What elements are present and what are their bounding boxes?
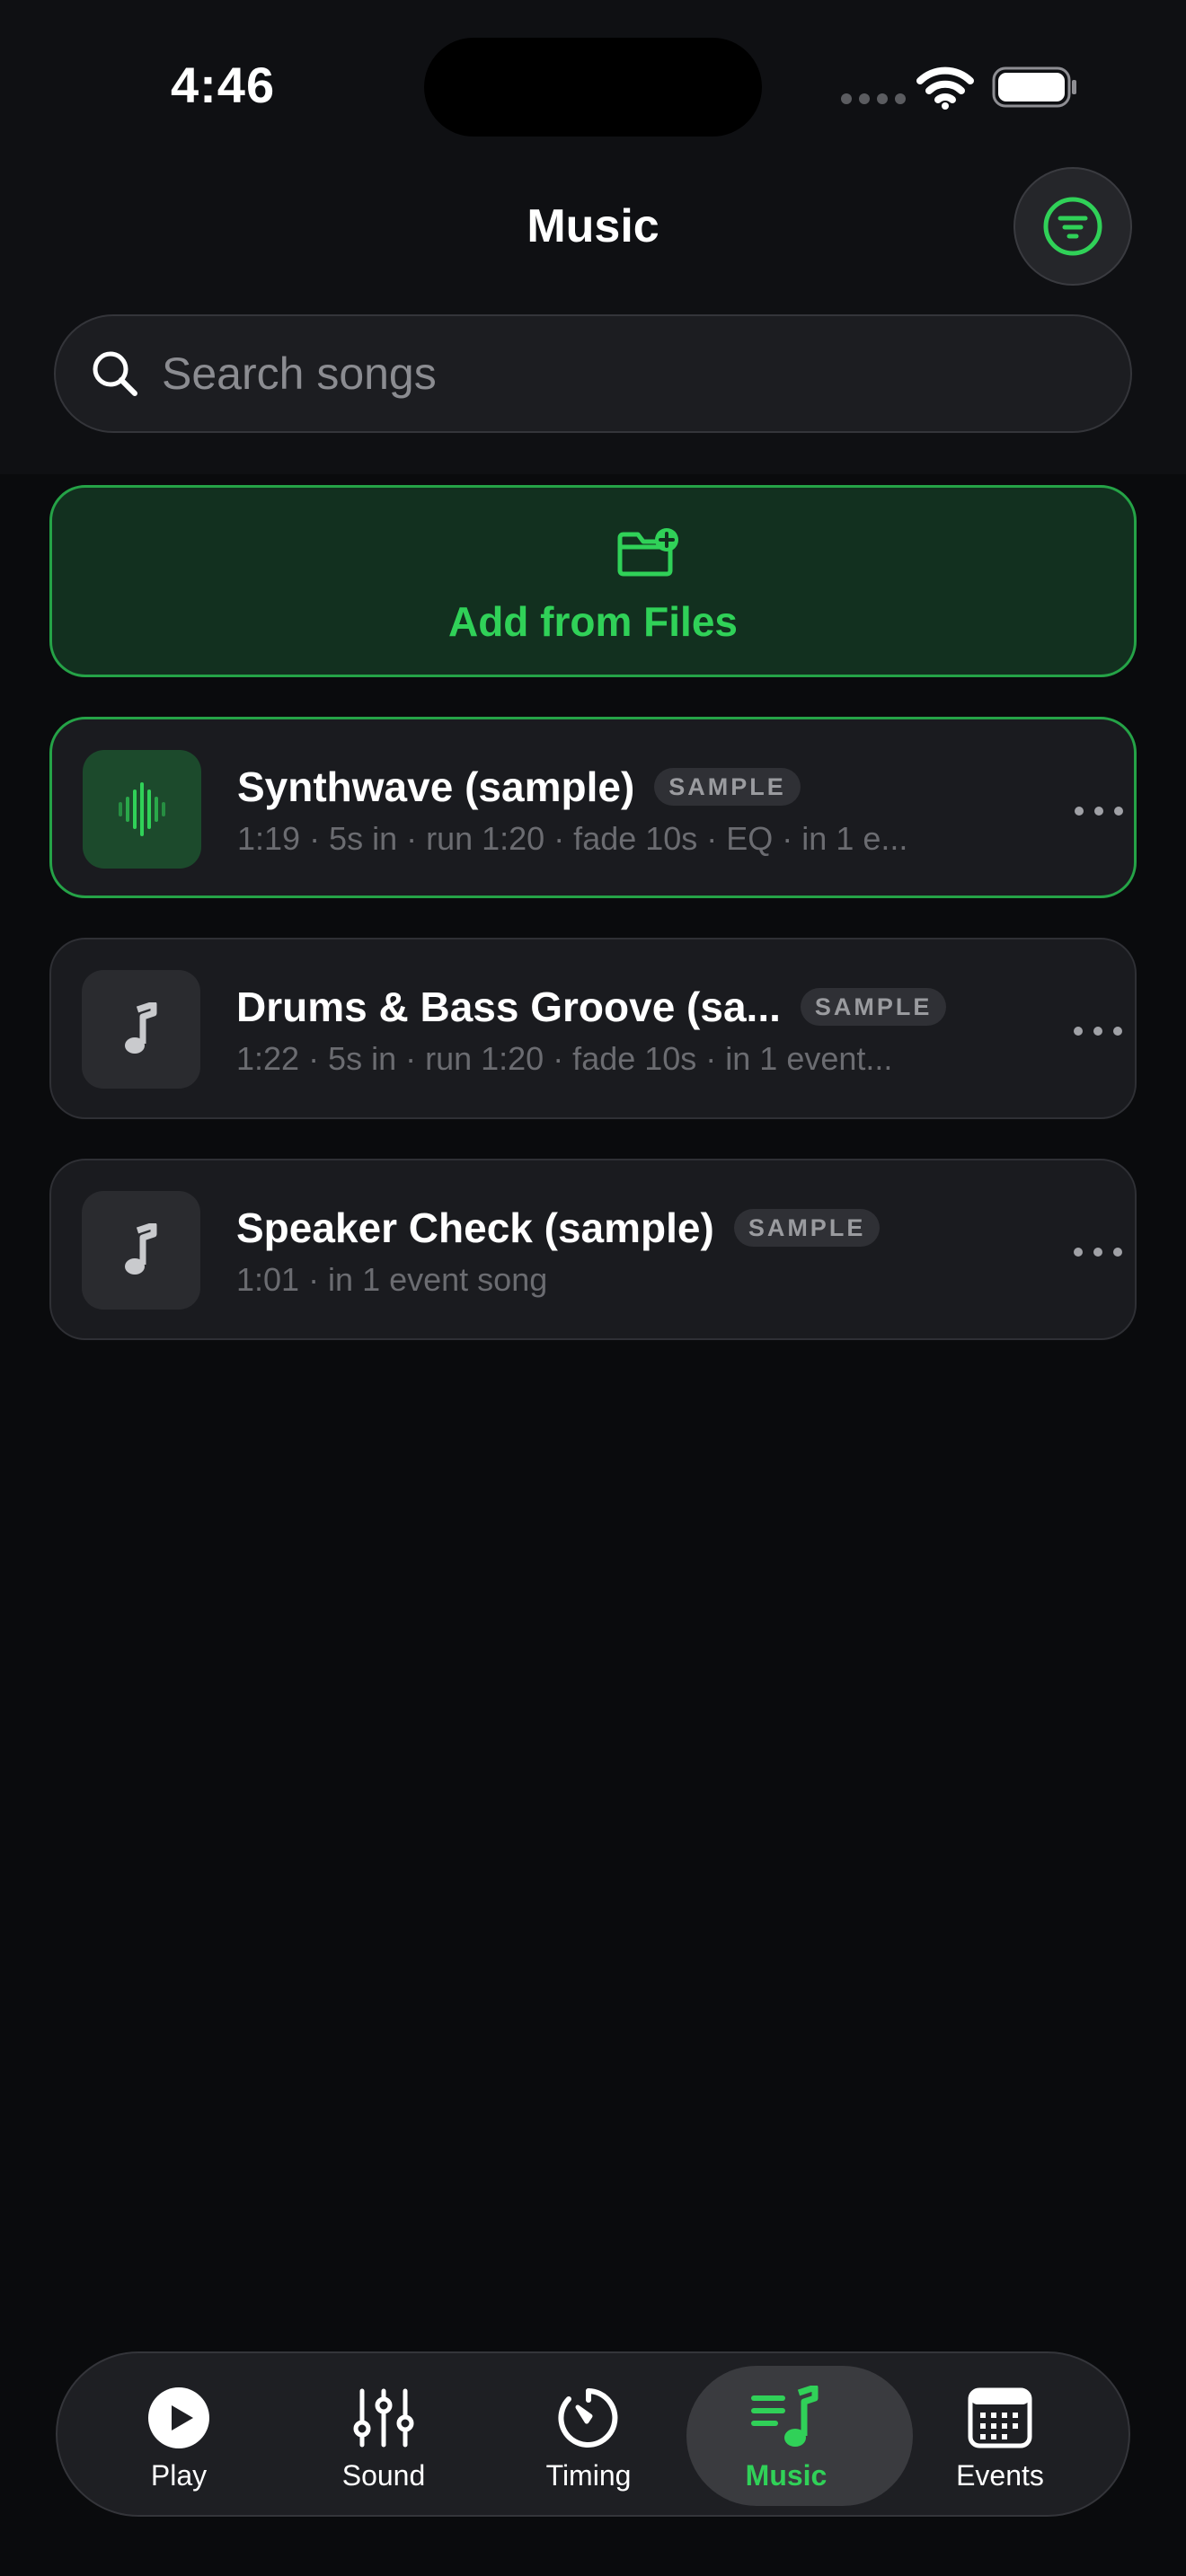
more-options-button[interactable] [1058,1234,1138,1270]
tab-label: Sound [341,2459,426,2492]
music-note-icon [125,1223,157,1275]
tab-timing[interactable]: Timing [485,2353,692,2519]
ellipsis-icon [1074,1027,1122,1036]
sample-badge: SAMPLE [800,988,947,1026]
song-thumbnail [82,1191,200,1310]
wifi-icon [916,66,974,110]
tab-label: Events [956,2459,1044,2492]
ellipsis-icon [1074,1248,1122,1257]
ellipsis-icon [1075,807,1123,816]
music-list-icon [751,2386,819,2447]
song-thumbnail [82,970,200,1089]
calendar-icon [968,2387,1032,2448]
add-from-files-label: Add from Files [447,598,739,645]
song-row[interactable]: Synthwave (sample) SAMPLE 1:19 · 5s in ·… [49,717,1137,898]
song-title: Speaker Check (sample) [236,1204,714,1251]
search-icon [93,351,137,396]
tab-bar: Play Sound Timing Music Events [56,2351,1130,2517]
search-bar[interactable] [54,314,1132,433]
status-time: 4:46 [171,57,276,113]
song-thumbnail [83,750,201,869]
song-meta: 1:19 · 5s in · run 1:20 · fade 10s · EQ … [237,820,908,857]
song-meta: 1:01 · in 1 event song [236,1261,548,1298]
more-options-button[interactable] [1058,793,1139,829]
tab-label: Play [150,2459,208,2492]
cellular-signal-icon [841,93,906,104]
song-row[interactable]: Speaker Check (sample) SAMPLE 1:01 · in … [49,1159,1137,1340]
battery-icon [992,66,1076,108]
song-title: Synthwave (sample) [237,763,635,810]
sample-badge: SAMPLE [654,768,801,806]
waveform-icon [119,782,165,836]
song-title: Drums & Bass Groove (sa... [236,984,781,1030]
sample-badge: SAMPLE [733,1209,881,1247]
timer-icon [558,2388,618,2448]
tab-label: Timing [545,2459,632,2492]
more-options-button[interactable] [1058,1013,1138,1049]
filter-button[interactable] [1013,167,1132,286]
dynamic-island [424,38,762,137]
play-circle-icon [148,2387,209,2448]
sliders-icon [353,2388,414,2448]
filter-icon [1043,197,1102,256]
search-input[interactable] [160,347,972,401]
tab-sound[interactable]: Sound [280,2353,487,2519]
tab-label: Music [745,2459,828,2492]
song-meta: 1:22 · 5s in · run 1:20 · fade 10s · in … [236,1040,893,1077]
folder-add-icon [617,528,678,577]
song-row[interactable]: Drums & Bass Groove (sa... SAMPLE 1:22 ·… [49,938,1137,1119]
music-note-icon [125,1002,157,1054]
add-from-files-button[interactable]: Add from Files [49,485,1137,677]
tab-music[interactable]: Music [683,2353,913,2519]
tab-events[interactable]: Events [897,2353,1103,2519]
tab-play[interactable]: Play [75,2353,282,2519]
page-title: Music [527,200,659,252]
